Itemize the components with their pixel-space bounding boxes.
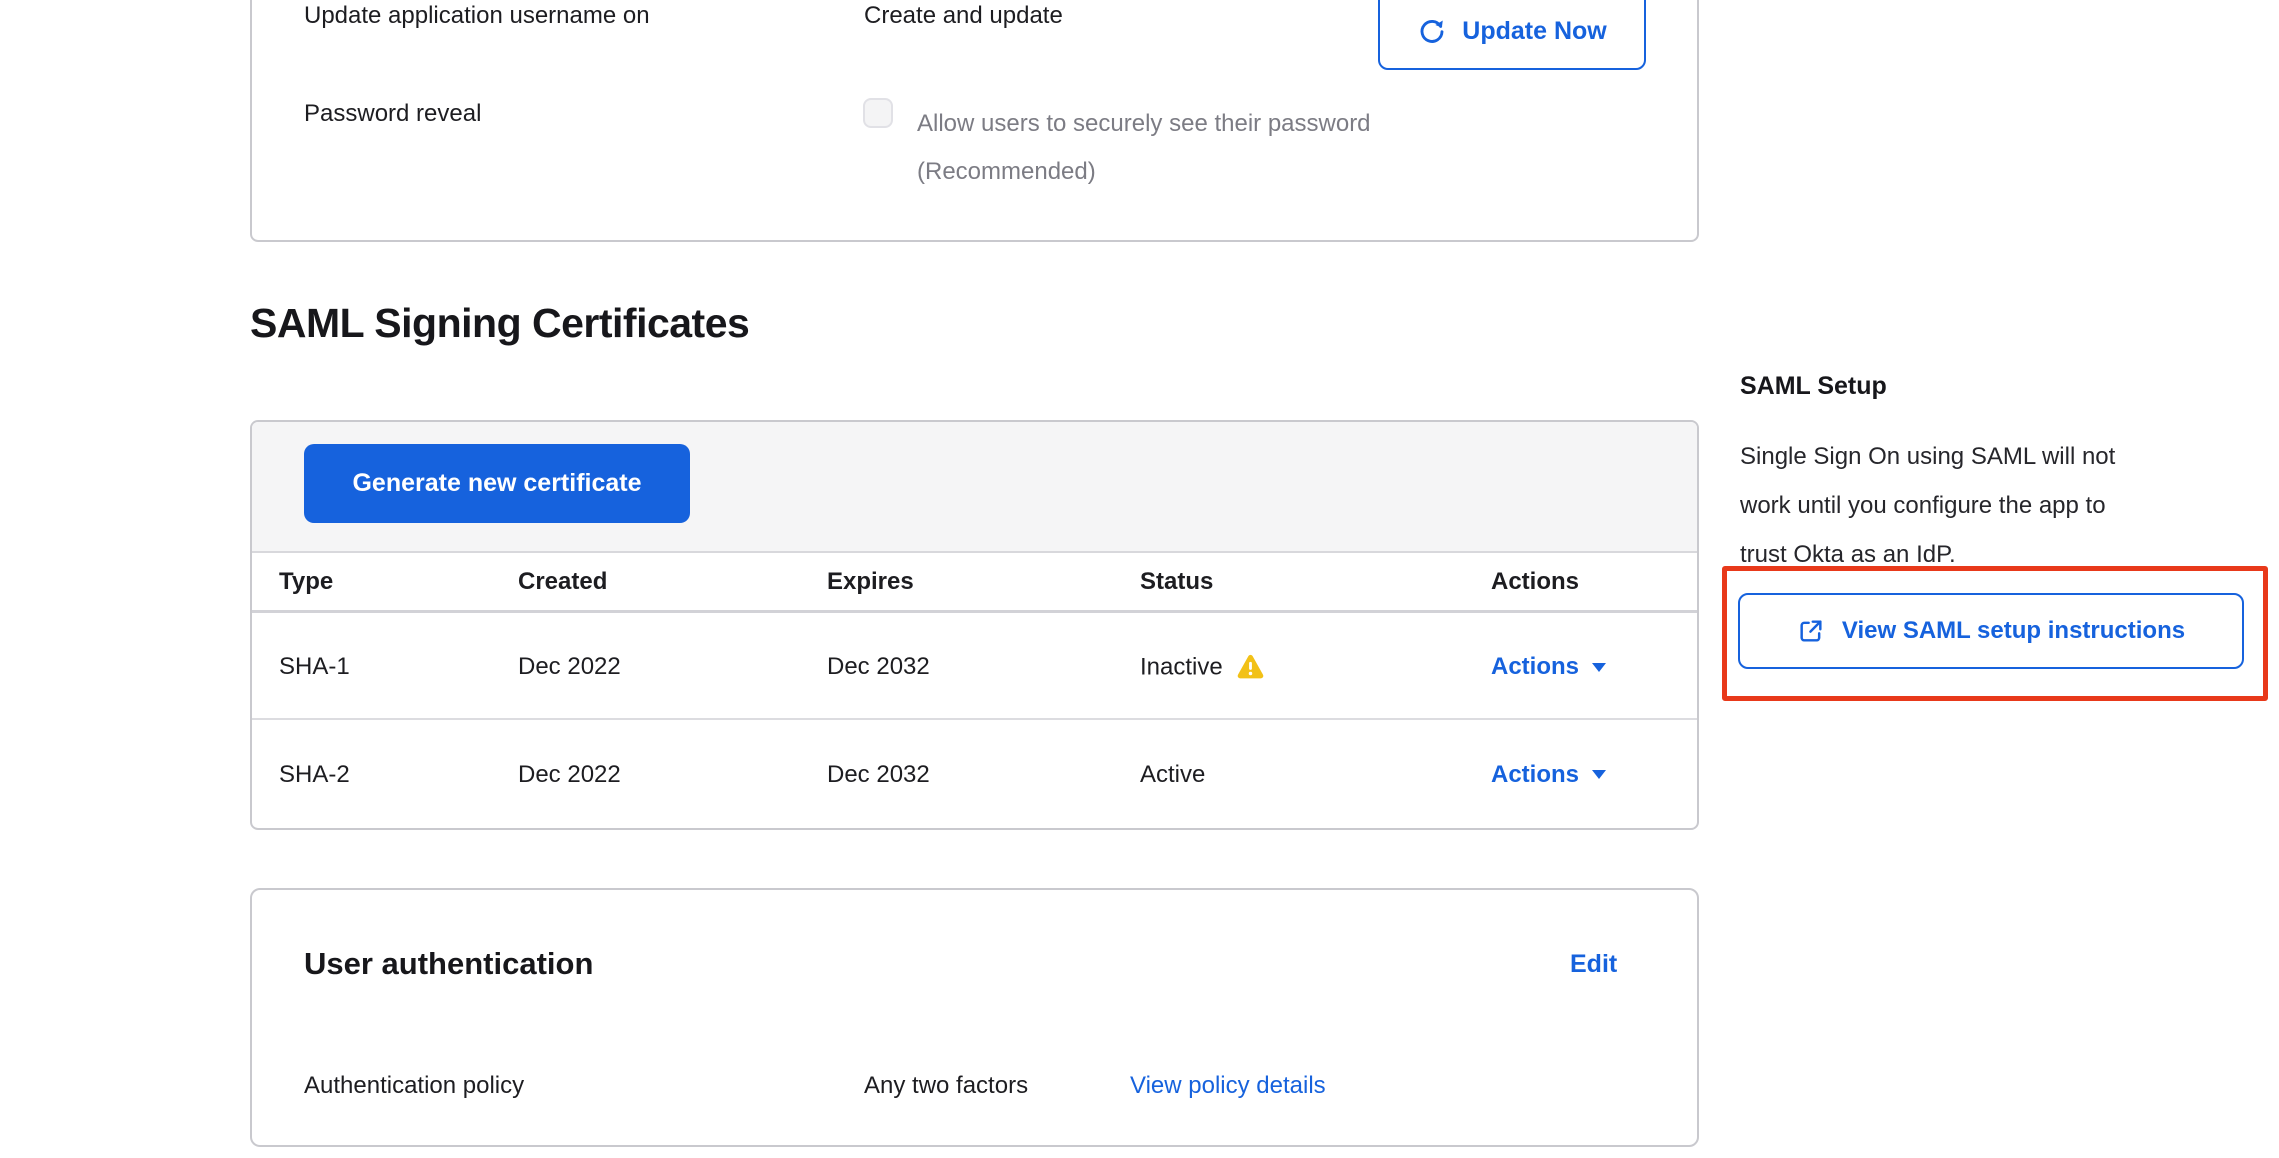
table-row: SHA-1 Dec 2022 Dec 2032 Inactive	[252, 616, 1697, 720]
view-saml-instructions-button[interactable]: View SAML setup instructions	[1738, 593, 2244, 669]
chevron-down-icon	[1591, 769, 1607, 780]
certificates-table-header: Type Created Expires Status Actions	[252, 553, 1697, 613]
external-link-icon	[1797, 617, 1825, 645]
cert-actions-menu[interactable]: Actions	[1491, 653, 1607, 681]
view-saml-instructions-label: View SAML setup instructions	[1842, 617, 2185, 645]
cert-created: Dec 2022	[518, 653, 621, 681]
update-username-value: Create and update	[864, 2, 1063, 30]
cert-type: SHA-1	[279, 653, 350, 681]
saml-settings-page: Update application username on Create an…	[0, 0, 2279, 1158]
col-header-status: Status	[1140, 568, 1213, 596]
authentication-policy-label: Authentication policy	[304, 1072, 524, 1100]
password-reveal-option-text: Allow users to securely see their passwo…	[917, 100, 1371, 196]
user-authentication-title: User authentication	[304, 946, 593, 982]
sign-on-settings-card: Update application username on Create an…	[250, 0, 1699, 242]
saml-certificates-card: Generate new certificate Type Created Ex…	[250, 420, 1699, 830]
view-policy-details-link[interactable]: View policy details	[1130, 1072, 1326, 1100]
chevron-down-icon	[1591, 662, 1607, 673]
cert-status: Active	[1140, 761, 1205, 789]
edit-link[interactable]: Edit	[1570, 950, 1617, 979]
cert-expires: Dec 2032	[827, 761, 930, 789]
cert-type: SHA-2	[279, 761, 350, 789]
update-now-button[interactable]: Update Now	[1378, 0, 1646, 70]
cert-status: Inactive	[1140, 652, 1266, 683]
saml-setup-title: SAML Setup	[1740, 372, 1887, 401]
warning-icon	[1235, 652, 1266, 683]
refresh-icon	[1417, 16, 1447, 46]
col-header-actions: Actions	[1491, 568, 1579, 596]
certificates-toolbar: Generate new certificate	[252, 422, 1697, 553]
cert-created: Dec 2022	[518, 761, 621, 789]
saml-setup-description: Single Sign On using SAML will not work …	[1740, 432, 2115, 579]
col-header-type: Type	[279, 568, 333, 596]
col-header-created: Created	[518, 568, 607, 596]
generate-certificate-button[interactable]: Generate new certificate	[304, 444, 690, 523]
page-title: SAML Signing Certificates	[250, 300, 749, 347]
cert-actions-menu[interactable]: Actions	[1491, 761, 1607, 789]
authentication-policy-value: Any two factors	[864, 1072, 1028, 1100]
table-row: SHA-2 Dec 2022 Dec 2032 Active Actions	[252, 722, 1697, 827]
cert-expires: Dec 2032	[827, 653, 930, 681]
col-header-expires: Expires	[827, 568, 914, 596]
update-now-label: Update Now	[1462, 16, 1606, 46]
password-reveal-label: Password reveal	[304, 100, 481, 128]
update-username-label: Update application username on	[304, 2, 650, 30]
password-reveal-checkbox[interactable]	[863, 98, 893, 128]
user-authentication-card: User authentication Edit Authentication …	[250, 888, 1699, 1147]
